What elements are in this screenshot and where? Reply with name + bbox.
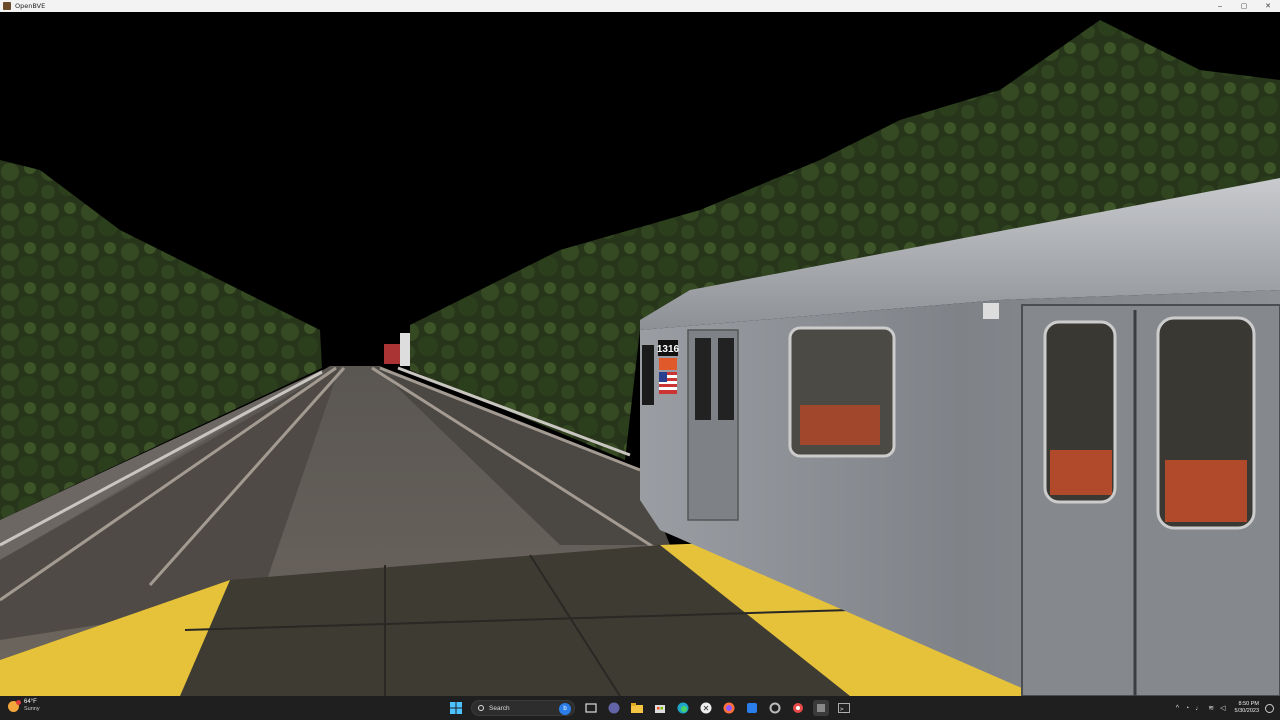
windows-start-icon[interactable] xyxy=(448,700,464,716)
route-indicator xyxy=(659,358,677,370)
edge-icon[interactable] xyxy=(675,700,691,716)
us-flag-icon xyxy=(659,372,677,394)
volume-icon[interactable]: ◁ xyxy=(1220,704,1225,712)
weather-condition: Sunny xyxy=(24,706,40,712)
network-icon[interactable]: ◔ xyxy=(1185,705,1189,712)
car-end-window xyxy=(642,345,654,405)
door-window xyxy=(695,338,711,420)
weather-widget[interactable]: 64°F Sunny xyxy=(8,699,40,713)
app-icon[interactable] xyxy=(812,700,829,716)
store-icon[interactable] xyxy=(652,700,668,716)
minimize-button[interactable]: – xyxy=(1208,0,1232,12)
car-number: 1316 xyxy=(657,344,680,355)
app-icon xyxy=(3,2,11,10)
interior-seat xyxy=(1165,460,1247,522)
microphone-icon[interactable]: ♩ xyxy=(1195,705,1202,712)
car-marker-light xyxy=(983,303,999,319)
clock[interactable]: 8:50 PM 5/30/2023 xyxy=(1235,701,1259,715)
todo-icon[interactable] xyxy=(744,700,760,716)
firefox-icon[interactable] xyxy=(721,700,737,716)
clock-time: 8:50 PM xyxy=(1238,701,1259,707)
distant-building xyxy=(400,333,410,366)
maximize-button[interactable]: ▢ xyxy=(1232,0,1256,12)
notification-icon[interactable] xyxy=(1265,703,1274,713)
settings-icon[interactable] xyxy=(767,700,783,716)
window-title: OpenBVE xyxy=(15,2,46,10)
door-window xyxy=(718,338,734,420)
teams-icon[interactable] xyxy=(606,700,622,716)
task-view-icon[interactable] xyxy=(583,700,599,716)
taskbar-search[interactable]: Search b xyxy=(471,700,575,716)
weather-sun-icon xyxy=(8,699,21,712)
xbox-icon[interactable]: ✕ xyxy=(698,700,714,716)
search-label: Search xyxy=(489,704,510,712)
close-button[interactable]: ✕ xyxy=(1256,0,1280,12)
interior-seat xyxy=(800,405,880,445)
windows-taskbar: 64°F Sunny Search b ✕ >_ ^ ◔ ♩ ≋ ◁ 8:50 … xyxy=(0,696,1280,720)
title-bar: OpenBVE – ▢ ✕ xyxy=(0,0,1280,12)
weather-temperature: 64°F xyxy=(24,699,37,705)
bing-badge-icon: b xyxy=(559,703,571,715)
tray-chevron-icon[interactable]: ^ xyxy=(1176,705,1179,712)
simulator-viewport[interactable]: 1316 xyxy=(0,12,1280,696)
svg-text:✕: ✕ xyxy=(702,704,709,713)
window-controls: – ▢ ✕ xyxy=(1208,0,1280,12)
clock-date: 5/30/2023 xyxy=(1234,708,1259,714)
file-explorer-icon[interactable] xyxy=(629,700,645,716)
wifi-icon[interactable]: ≋ xyxy=(1208,704,1214,712)
taskbar-apps: Search b ✕ >_ xyxy=(444,696,855,720)
openbve-window: OpenBVE – ▢ ✕ 1316 64°F Sunny Search b ✕… xyxy=(0,0,1280,720)
system-tray: ^ ◔ ♩ ≋ ◁ 8:50 PM 5/30/2023 xyxy=(1173,696,1280,720)
search-icon xyxy=(478,705,484,711)
snipping-icon[interactable] xyxy=(790,700,806,716)
svg-text:>_: >_ xyxy=(840,706,848,713)
terminal-icon[interactable]: >_ xyxy=(836,700,852,716)
distant-building xyxy=(384,344,400,364)
interior-seat xyxy=(1050,450,1112,495)
